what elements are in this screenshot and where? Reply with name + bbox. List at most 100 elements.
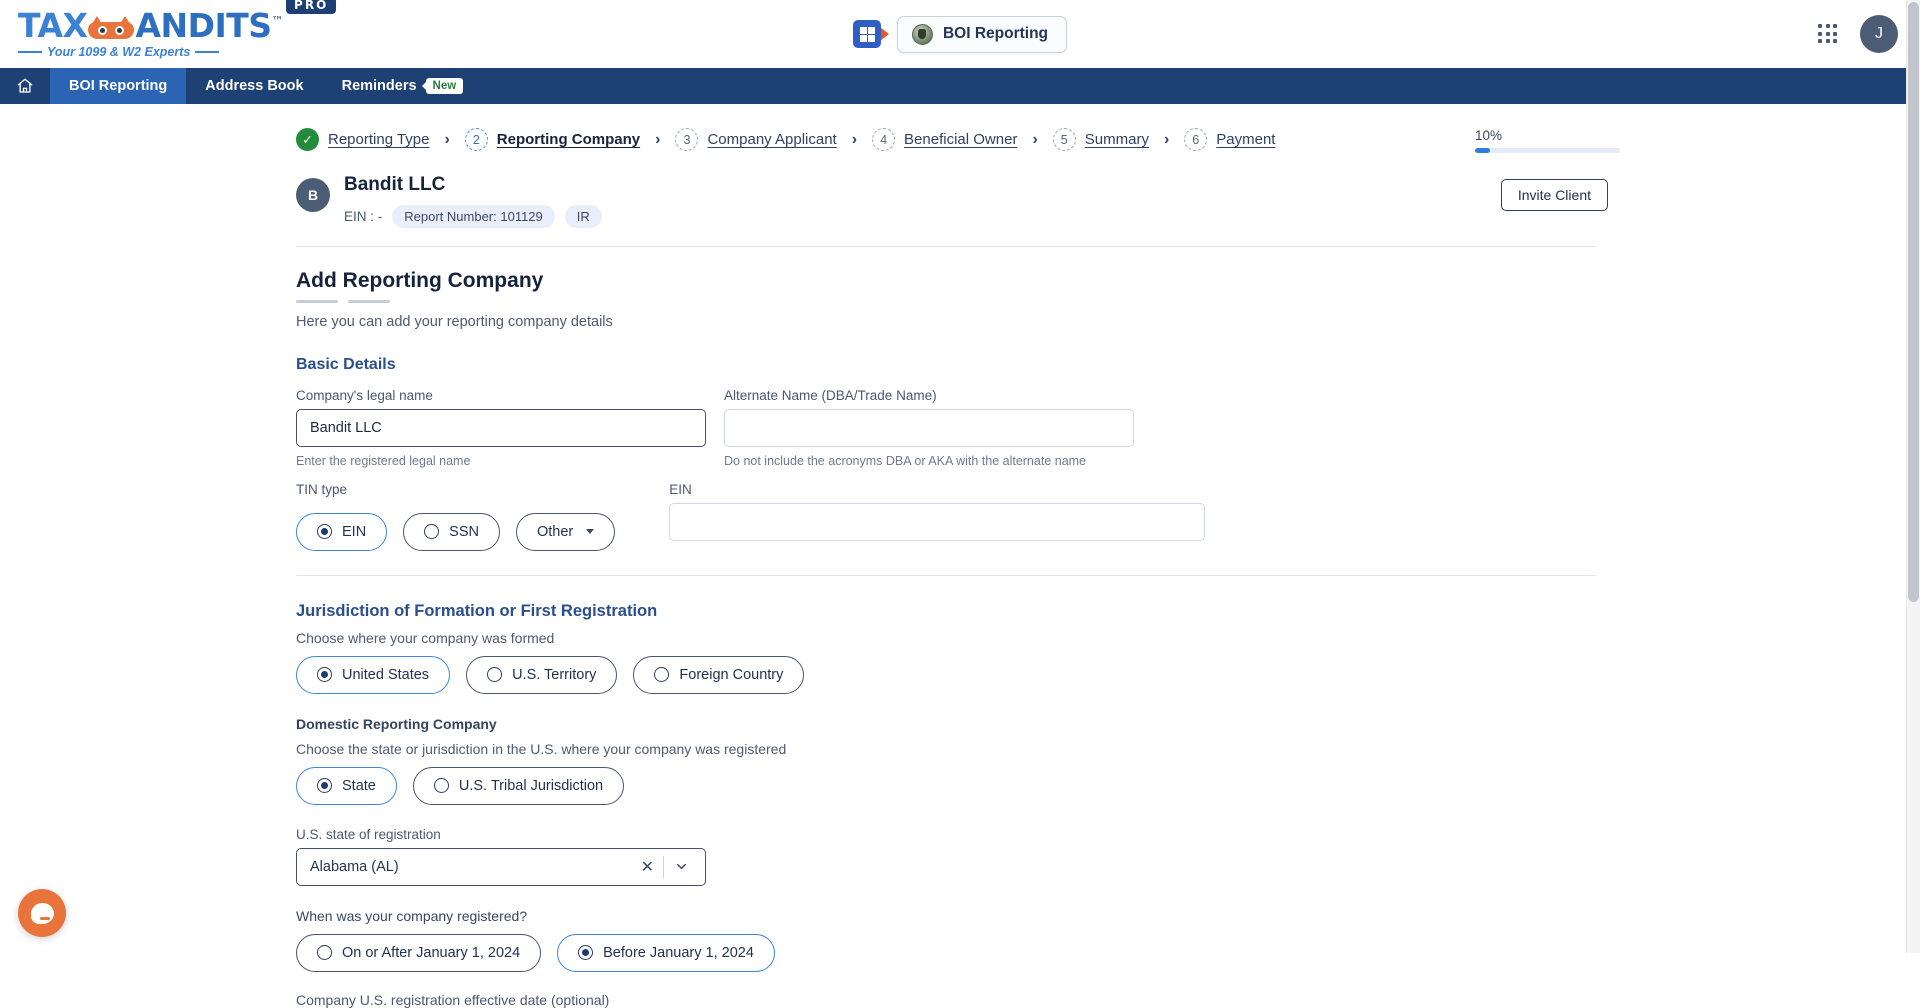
step-reporting-type[interactable]: ✓ Reporting Type — [296, 128, 429, 151]
step-5-number: 5 — [1052, 128, 1076, 151]
jurisdiction-options: United States U.S. Territory Foreign Cou… — [296, 655, 1920, 694]
state-of-registration-select[interactable]: Alabama (AL) ✕ — [296, 847, 706, 886]
step-1-status-icon: ✓ — [296, 128, 319, 151]
step-company-applicant[interactable]: 3 Company Applicant — [675, 128, 837, 151]
legal-name-input[interactable]: Bandit LLC — [296, 408, 706, 447]
step-3-label[interactable]: Company Applicant — [707, 131, 836, 148]
product-switcher[interactable]: BOI Reporting — [852, 15, 1068, 53]
product-grid-icon — [852, 20, 881, 48]
registered-when-question: When was your company registered? — [296, 907, 528, 924]
nav-label-boi-reporting: BOI Reporting — [69, 78, 168, 94]
brand-logo[interactable]: TAX ANDITS™PRO Your 1099 & W2 Experts — [0, 0, 337, 59]
progress-fill — [1475, 148, 1490, 153]
domestic-reporting-subhead: Domestic Reporting Company — [296, 715, 497, 732]
step-beneficial-owner[interactable]: 4 Beneficial Owner — [872, 128, 1017, 151]
nav-item-reminders[interactable]: Reminders New — [323, 68, 483, 104]
boi-reporting-product-button[interactable]: BOI Reporting — [896, 15, 1068, 53]
basic-details-heading: Basic Details — [296, 355, 396, 373]
radio-ssn-icon — [424, 524, 440, 540]
step-6-label[interactable]: Payment — [1216, 131, 1275, 148]
tin-row: TIN type EIN SSN Other EIN — [296, 482, 1920, 551]
radio-ein-icon — [317, 524, 332, 540]
step-2-label[interactable]: Reporting Company — [497, 131, 640, 148]
boi-reporting-product-label: BOI Reporting — [942, 25, 1049, 42]
alternate-name-field: Alternate Name (DBA/Trade Name) Do not i… — [724, 388, 1134, 468]
reporting-company-form: Add Reporting Company Here you can add y… — [0, 247, 1920, 1008]
chat-widget-button[interactable] — [18, 889, 66, 937]
nav-item-boi-reporting[interactable]: BOI Reporting — [50, 68, 187, 104]
alternate-name-input[interactable] — [724, 408, 1134, 447]
nav-label-address-book: Address Book — [205, 78, 304, 94]
step-6-number: 6 — [1184, 128, 1208, 151]
page-subtitle: Here you can add your reporting company … — [296, 313, 613, 330]
domestic-option-tribal-label: U.S. Tribal Jurisdiction — [458, 777, 604, 794]
jurisdiction-option-us-territory-label: U.S. Territory — [512, 666, 597, 683]
ein-label: EIN — [669, 481, 692, 497]
ir-chip: IR — [564, 204, 602, 228]
nav-label-reminders: Reminders — [341, 78, 417, 94]
jurisdiction-option-united-states[interactable]: United States — [296, 655, 451, 694]
step-separator-5: › — [1163, 130, 1170, 148]
name-fields-row: Company's legal name Bandit LLC Enter th… — [296, 388, 1920, 468]
progress-track — [1475, 148, 1620, 153]
tin-type-label: TIN type — [296, 481, 348, 497]
company-ein: EIN : - — [344, 208, 383, 224]
tin-option-other-label: Other — [537, 523, 574, 540]
step-summary[interactable]: 5 Summary — [1052, 128, 1149, 151]
top-bar-right: J — [1818, 15, 1898, 53]
step-1-label[interactable]: Reporting Type — [328, 131, 429, 148]
legal-name-label: Company's legal name — [296, 387, 433, 403]
bandit-mask-icon — [88, 16, 135, 40]
treasury-seal-icon — [911, 23, 933, 45]
domestic-option-state-label: State — [342, 777, 376, 794]
ein-input[interactable] — [669, 502, 1206, 541]
jurisdiction-option-foreign-country[interactable]: Foreign Country — [633, 655, 805, 694]
radio-us-territory-icon — [487, 667, 503, 683]
logo-text-bandits: ANDITS — [135, 6, 272, 45]
basic-details-divider — [296, 574, 1596, 576]
clear-x-icon[interactable]: ✕ — [632, 857, 663, 877]
jurisdiction-helper: Choose where your company was formed — [296, 629, 555, 646]
step-separator-4: › — [1032, 130, 1038, 148]
logo-tagline: Your 1099 & W2 Experts — [18, 45, 336, 59]
apps-grid-icon[interactable] — [1818, 24, 1838, 44]
logo-tagline-text: Your 1099 & W2 Experts — [47, 45, 191, 59]
step-4-label[interactable]: Beneficial Owner — [904, 131, 1017, 148]
chevron-down-icon[interactable] — [664, 859, 697, 874]
tin-option-ein-label: EIN — [342, 523, 367, 540]
step-4-number: 4 — [872, 128, 896, 151]
nav-item-address-book[interactable]: Address Book — [186, 68, 322, 104]
jurisdiction-option-foreign-country-label: Foreign Country — [679, 666, 784, 683]
step-reporting-company[interactable]: 2 Reporting Company — [464, 128, 640, 151]
step-separator-2: › — [655, 130, 661, 148]
domestic-option-tribal[interactable]: U.S. Tribal Jurisdiction — [412, 766, 625, 805]
chevron-down-icon — [586, 529, 595, 535]
domestic-options: State U.S. Tribal Jurisdiction — [296, 766, 1920, 805]
company-meta: EIN : - Report Number: 101129 IR — [344, 204, 602, 228]
tin-option-other-dropdown[interactable]: Other — [516, 512, 616, 551]
scrollbar-thumb[interactable] — [1908, 2, 1919, 602]
step-payment[interactable]: 6 Payment — [1184, 128, 1275, 151]
alternate-name-hint: Do not include the acronyms DBA or AKA w… — [724, 453, 1087, 468]
jurisdiction-heading: Jurisdiction of Formation or First Regis… — [296, 601, 658, 620]
tin-option-ssn[interactable]: SSN — [403, 512, 500, 551]
step-5-label[interactable]: Summary — [1085, 131, 1149, 148]
step-2-number: 2 — [464, 128, 488, 151]
invite-client-button[interactable]: Invite Client — [1500, 179, 1608, 211]
radio-united-states-icon — [317, 667, 332, 683]
page-content: ✓ Reporting Type › 2 Reporting Company ›… — [0, 104, 1920, 1008]
domestic-option-state[interactable]: State — [296, 766, 397, 805]
chat-bubble-icon — [30, 902, 54, 924]
company-avatar: B — [296, 178, 330, 212]
tin-option-ein[interactable]: EIN — [296, 512, 388, 551]
company-name: Bandit LLC — [344, 174, 446, 195]
vertical-scrollbar[interactable] — [1907, 0, 1920, 953]
radio-foreign-country-icon — [654, 667, 670, 683]
state-select-label: U.S. state of registration — [296, 826, 441, 842]
user-avatar[interactable]: J — [1860, 15, 1898, 53]
company-header: B Bandit LLC EIN : - Report Number: 1011… — [0, 165, 1920, 228]
wizard-stepper: ✓ Reporting Type › 2 Reporting Company ›… — [0, 104, 1920, 165]
jurisdiction-option-us-territory[interactable]: U.S. Territory — [466, 655, 618, 694]
legal-name-field: Company's legal name Bandit LLC Enter th… — [296, 388, 706, 468]
home-icon[interactable] — [0, 68, 50, 104]
